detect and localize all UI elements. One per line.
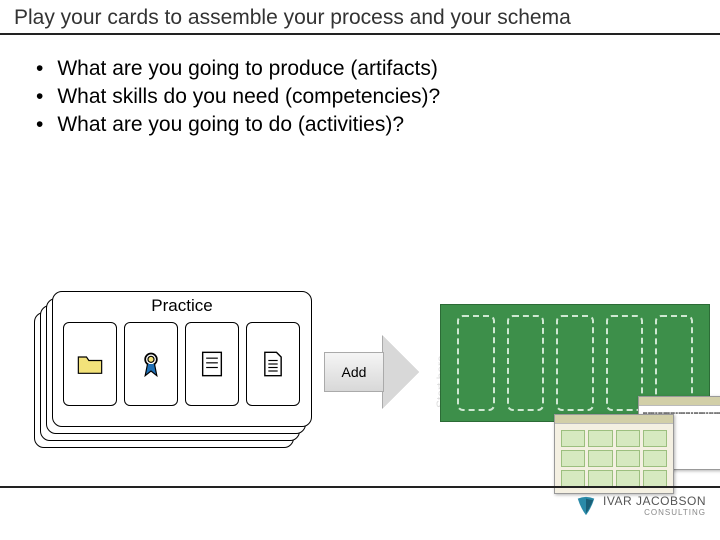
add-arrow: Add: [324, 326, 424, 416]
logo-text: IVAR JACOBSON CONSULTING: [603, 494, 706, 517]
screenshot-thumbnail: [554, 414, 674, 494]
practice-card-stack: Practice: [34, 284, 294, 448]
board-slot: [556, 315, 594, 411]
divider-bottom: [0, 486, 720, 488]
artifact-card: [63, 322, 117, 406]
diagram: Practice Ad: [34, 284, 694, 464]
mini-card-row: [53, 322, 311, 406]
slide: Play your cards to assemble your process…: [0, 0, 720, 540]
thumb-grid: [555, 424, 673, 493]
logo-icon: [575, 495, 597, 517]
footer-logo: IVAR JACOBSON CONSULTING: [575, 494, 706, 517]
slide-title: Play your cards to assemble your process…: [14, 6, 706, 30]
brand-sub: CONSULTING: [603, 508, 706, 517]
practice-label: Practice: [53, 292, 311, 322]
folder-icon: [76, 350, 104, 378]
document-card: [185, 322, 239, 406]
brand-name: IVAR JACOBSON: [603, 494, 706, 508]
page-icon: [259, 350, 287, 378]
board-slot: [507, 315, 545, 411]
thumb-titlebar: [639, 397, 720, 406]
ribbon-icon: [137, 350, 165, 378]
board-slot: [457, 315, 495, 411]
bullet-item: What are you going to do (activities)?: [36, 113, 684, 137]
practice-card: Practice: [52, 291, 312, 427]
arrow-label: Add: [324, 352, 384, 392]
arrow-head-icon: [383, 336, 419, 408]
title-bar: Play your cards to assemble your process…: [0, 0, 720, 33]
thumb-titlebar: [555, 415, 673, 424]
page-card: [246, 322, 300, 406]
document-icon: [198, 350, 226, 378]
bullet-list: What are you going to produce (artifacts…: [0, 35, 720, 163]
bullet-item: What skills do you need (competencies)?: [36, 85, 684, 109]
bullet-item: What are you going to produce (artifacts…: [36, 57, 684, 81]
competency-card: [124, 322, 178, 406]
